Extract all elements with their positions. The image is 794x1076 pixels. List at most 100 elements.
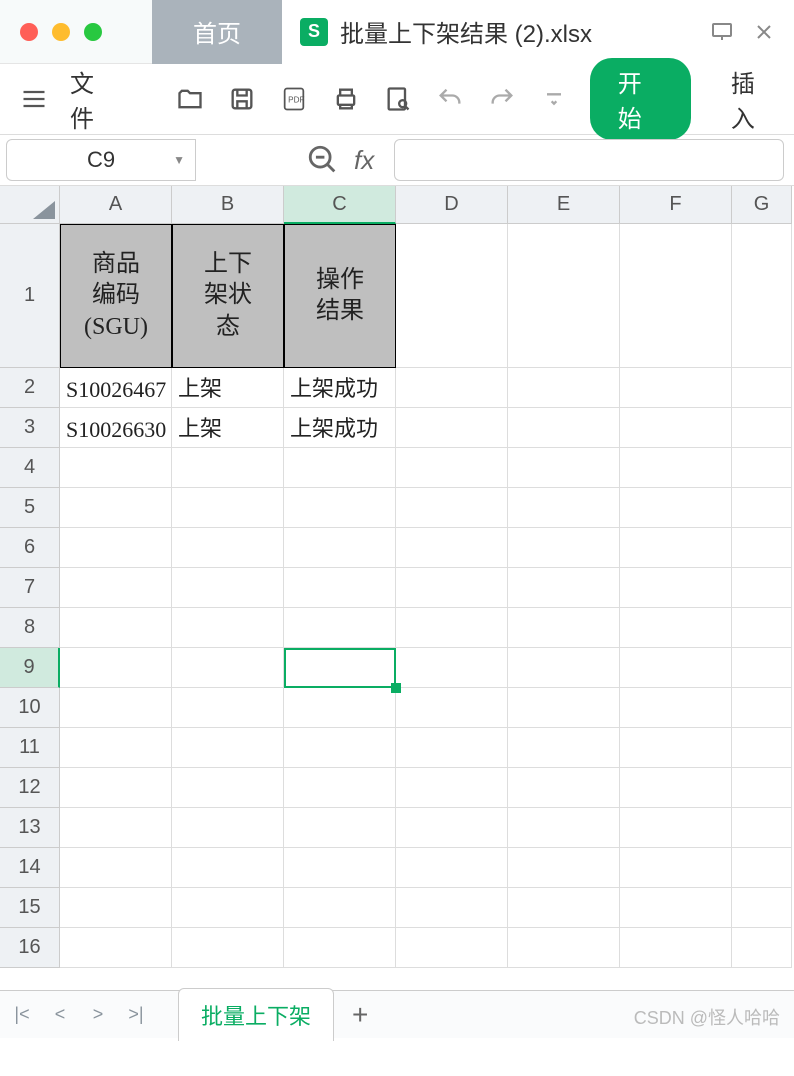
start-button[interactable]: 开始 — [590, 58, 691, 140]
cell[interactable] — [60, 808, 172, 848]
selection-fill-handle[interactable] — [391, 683, 401, 693]
cell[interactable] — [620, 888, 732, 928]
fx-label[interactable]: fx — [354, 145, 374, 176]
cell[interactable] — [508, 728, 620, 768]
present-icon[interactable] — [710, 20, 734, 44]
cell[interactable] — [172, 648, 284, 688]
cell[interactable] — [396, 608, 508, 648]
cell[interactable]: 上架 — [172, 408, 284, 448]
col-header-e[interactable]: E — [508, 186, 620, 224]
col-header-g[interactable]: G — [732, 186, 792, 224]
cell[interactable]: 上架成功 — [284, 368, 396, 408]
cell[interactable] — [60, 528, 172, 568]
cell[interactable] — [284, 448, 396, 488]
spreadsheet-grid[interactable]: A B C D E F G 1商品编码(SGU)上下架状态操作结果2S10026… — [0, 186, 794, 986]
cell[interactable] — [620, 528, 732, 568]
file-menu[interactable]: 文件 — [70, 64, 115, 134]
cell[interactable] — [732, 448, 792, 488]
cell[interactable] — [396, 488, 508, 528]
cell[interactable] — [508, 848, 620, 888]
cell[interactable] — [620, 688, 732, 728]
cell[interactable] — [396, 728, 508, 768]
col-header-b[interactable]: B — [172, 186, 284, 224]
formula-input[interactable] — [394, 139, 784, 181]
cell[interactable] — [620, 928, 732, 968]
row-header[interactable]: 12 — [0, 768, 60, 808]
pdf-icon[interactable]: PDF — [278, 82, 310, 116]
cell[interactable] — [508, 568, 620, 608]
cell[interactable]: S10026630 — [60, 408, 172, 448]
col-header-d[interactable]: D — [396, 186, 508, 224]
cell[interactable] — [508, 928, 620, 968]
cell[interactable] — [396, 648, 508, 688]
cell[interactable] — [732, 688, 792, 728]
cell[interactable] — [732, 768, 792, 808]
tab-document[interactable]: S 批量上下架结果 (2).xlsx — [282, 0, 794, 64]
cell[interactable] — [620, 488, 732, 528]
row-header[interactable]: 8 — [0, 608, 60, 648]
cell[interactable] — [396, 928, 508, 968]
cell[interactable] — [172, 448, 284, 488]
cell[interactable] — [284, 568, 396, 608]
cell[interactable] — [732, 488, 792, 528]
cell[interactable]: 上架 — [172, 368, 284, 408]
cell[interactable] — [396, 688, 508, 728]
name-box[interactable]: C9 ▼ — [6, 139, 196, 181]
col-header-a[interactable]: A — [60, 186, 172, 224]
cell[interactable] — [60, 488, 172, 528]
cell[interactable] — [732, 528, 792, 568]
cell[interactable] — [60, 608, 172, 648]
row-header[interactable]: 7 — [0, 568, 60, 608]
cell[interactable] — [60, 768, 172, 808]
close-window-icon[interactable] — [20, 23, 38, 41]
cell[interactable] — [396, 568, 508, 608]
cell[interactable] — [284, 608, 396, 648]
cell[interactable] — [620, 848, 732, 888]
minimize-window-icon[interactable] — [52, 23, 70, 41]
cell[interactable] — [172, 528, 284, 568]
row-header[interactable]: 14 — [0, 848, 60, 888]
cell[interactable] — [284, 488, 396, 528]
cell[interactable] — [172, 728, 284, 768]
cell[interactable] — [620, 808, 732, 848]
sheet-nav-first-icon[interactable]: |< — [10, 1004, 34, 1025]
cell[interactable] — [508, 528, 620, 568]
cell[interactable] — [60, 888, 172, 928]
cell[interactable] — [620, 648, 732, 688]
preview-icon[interactable] — [382, 82, 414, 116]
cell[interactable] — [284, 808, 396, 848]
cell[interactable] — [508, 888, 620, 928]
cell[interactable] — [620, 448, 732, 488]
cell[interactable] — [172, 928, 284, 968]
cell[interactable] — [396, 768, 508, 808]
row-header[interactable]: 11 — [0, 728, 60, 768]
maximize-window-icon[interactable] — [84, 23, 102, 41]
cell[interactable] — [508, 648, 620, 688]
cell[interactable] — [60, 648, 172, 688]
col-header-f[interactable]: F — [620, 186, 732, 224]
row-header[interactable]: 16 — [0, 928, 60, 968]
cell[interactable] — [60, 728, 172, 768]
row-header[interactable]: 1 — [0, 224, 60, 368]
cell[interactable] — [508, 608, 620, 648]
cell[interactable] — [620, 608, 732, 648]
menu-icon[interactable] — [18, 82, 50, 116]
cell[interactable] — [172, 848, 284, 888]
save-icon[interactable] — [226, 82, 258, 116]
cell[interactable] — [396, 808, 508, 848]
cell[interactable] — [732, 808, 792, 848]
cell[interactable] — [732, 928, 792, 968]
cell[interactable] — [60, 568, 172, 608]
col-header-c[interactable]: C — [284, 186, 396, 224]
cell[interactable] — [284, 888, 396, 928]
cell[interactable] — [508, 448, 620, 488]
row-header[interactable]: 15 — [0, 888, 60, 928]
cell[interactable] — [732, 568, 792, 608]
more-icon[interactable] — [538, 82, 570, 116]
cell[interactable] — [172, 568, 284, 608]
cell[interactable] — [508, 808, 620, 848]
cell[interactable] — [508, 488, 620, 528]
row-header[interactable]: 13 — [0, 808, 60, 848]
cell[interactable] — [172, 608, 284, 648]
cell[interactable] — [508, 688, 620, 728]
